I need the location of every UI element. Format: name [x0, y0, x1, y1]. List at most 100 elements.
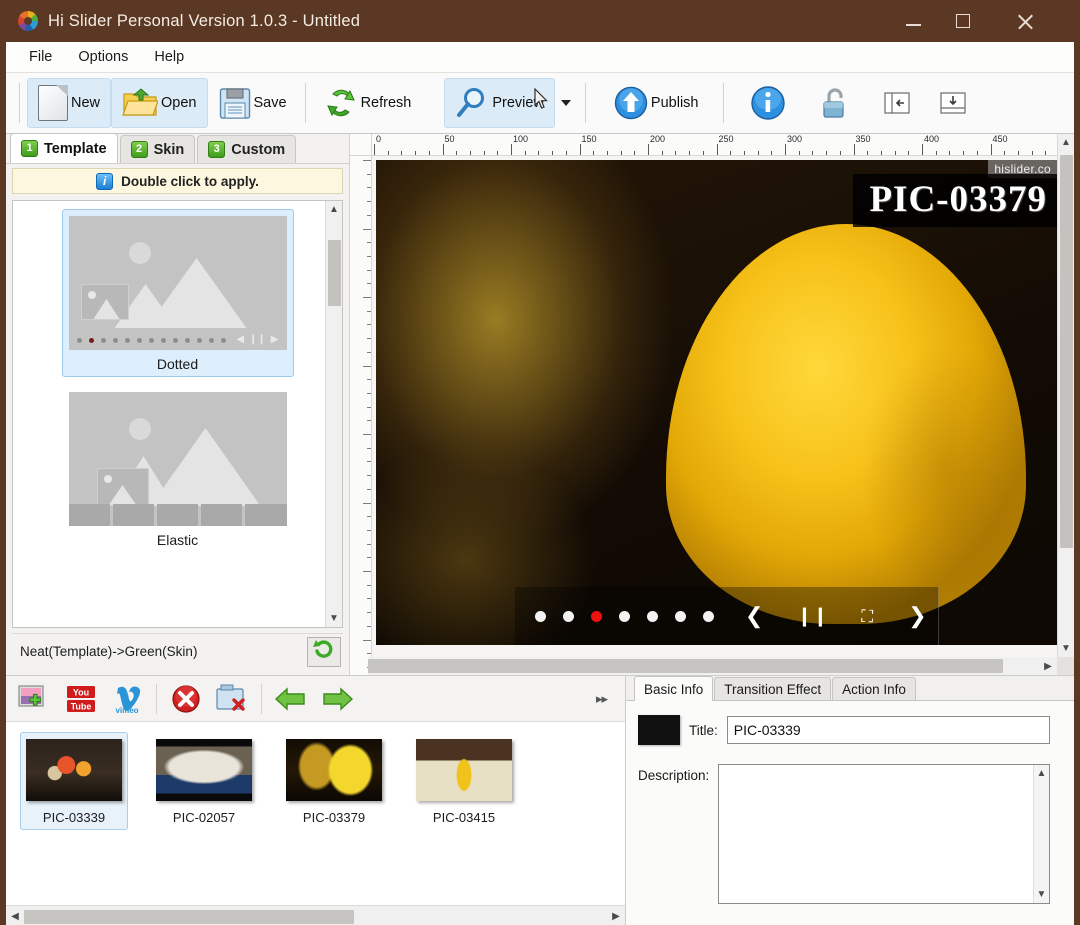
- maximize-icon[interactable]: [940, 0, 986, 42]
- scrollbar-track[interactable]: [1058, 151, 1075, 640]
- add-image-icon: [18, 684, 44, 707]
- pause-icon[interactable]: ❙❙: [796, 607, 828, 626]
- ruler-tick: [367, 461, 371, 463]
- title-bar: Hi Slider Personal Version 1.0.3 - Untit…: [6, 0, 1074, 42]
- collapse-left-panel-button[interactable]: [875, 78, 919, 128]
- toolbar-separator: [584, 83, 586, 123]
- scrollbar-thumb[interactable]: [1059, 155, 1073, 548]
- chevron-left-icon[interactable]: ◀: [6, 908, 24, 925]
- scrollbar-thumb[interactable]: [24, 909, 354, 924]
- menu-item-options[interactable]: Options: [65, 46, 141, 68]
- scrollbar-track[interactable]: [24, 907, 607, 925]
- menu-item-help[interactable]: Help: [141, 46, 197, 68]
- description-scrollbar[interactable]: ▲ ▼: [1033, 765, 1049, 903]
- chevron-left-icon[interactable]: ❮: [745, 605, 763, 627]
- ruler-tick: [367, 379, 371, 381]
- new-button[interactable]: New: [27, 78, 112, 128]
- expand-toolbar-button[interactable]: ▸▸: [596, 691, 608, 707]
- slideshow-preview[interactable]: hislider.co PIC-03379 ❮ ❙❙ ⛶ ❯: [376, 160, 1057, 645]
- svg-text:Tube: Tube: [71, 701, 92, 711]
- slide-dot-4[interactable]: [619, 610, 630, 622]
- description-textarea-wrap[interactable]: ▲ ▼: [718, 764, 1050, 904]
- chevron-down-icon[interactable]: [560, 100, 571, 106]
- thumbnail-scrollbar[interactable]: ◀ ▶: [6, 905, 625, 925]
- slide-dot-6[interactable]: [675, 610, 686, 622]
- list-item[interactable]: PIC-03339: [20, 732, 128, 830]
- toolbar-separator: [304, 83, 306, 123]
- ruler-tick: [908, 151, 910, 155]
- delete-button[interactable]: [169, 683, 203, 715]
- collapse-bottom-panel-button[interactable]: [931, 78, 975, 128]
- tab-transition-effect[interactable]: Transition Effect: [714, 677, 832, 700]
- minimize-icon[interactable]: [890, 0, 936, 42]
- scrollbar-track[interactable]: [326, 218, 343, 610]
- tab-action-info[interactable]: Action Info: [832, 677, 916, 700]
- chevron-right-icon[interactable]: ❯: [908, 605, 926, 627]
- list-item[interactable]: PIC-02057: [150, 732, 258, 830]
- refresh-button[interactable]: Refresh: [313, 78, 423, 128]
- refresh-skin-button[interactable]: [307, 636, 341, 667]
- list-item[interactable]: PIC-03415: [410, 732, 518, 830]
- slide-dot-2[interactable]: [563, 610, 574, 622]
- ruler-tick: [839, 151, 841, 155]
- chevron-up-icon[interactable]: ▲: [326, 201, 343, 218]
- info-button[interactable]: [741, 78, 795, 128]
- open-button[interactable]: Open: [111, 78, 208, 128]
- add-image-button[interactable]: [18, 683, 52, 715]
- move-left-button[interactable]: [274, 683, 308, 715]
- chevron-up-icon[interactable]: ▲: [1033, 765, 1050, 782]
- title-input[interactable]: [726, 716, 1050, 744]
- slide-dot-3[interactable]: [591, 610, 602, 622]
- template-card-dotted[interactable]: ◀ ❙❙ ▶ Dotted: [61, 209, 294, 377]
- fullscreen-icon[interactable]: ⛶: [861, 608, 873, 625]
- vimeo-button[interactable]: vimeo: [110, 683, 144, 715]
- chevron-down-icon[interactable]: ▼: [326, 610, 343, 627]
- remove-all-button[interactable]: [215, 683, 249, 715]
- lock-button[interactable]: [811, 78, 859, 128]
- tab-custom[interactable]: 3 Custom: [197, 135, 297, 163]
- window-title: Hi Slider Personal Version 1.0.3 - Untit…: [48, 11, 361, 30]
- description-textarea[interactable]: [719, 765, 1033, 903]
- scrollbar-thumb[interactable]: [327, 240, 341, 306]
- ruler-tick: [935, 151, 937, 155]
- chevron-down-icon[interactable]: ▼: [1033, 886, 1050, 903]
- preview-canvas[interactable]: hislider.co PIC-03379 ❮ ❙❙ ⛶ ❯: [372, 156, 1057, 657]
- blue-up-arrow-icon: [614, 86, 648, 120]
- preview-horizontal-scrollbar[interactable]: ◀ ▶: [350, 657, 1057, 675]
- youtube-button[interactable]: You Tube: [64, 683, 98, 715]
- toolbar-separator: [723, 83, 725, 123]
- thumbnail-strip[interactable]: PIC-03339 PIC-02057 PIC-03379 PIC-03415: [6, 722, 625, 905]
- chevron-up-icon[interactable]: ▲: [1058, 134, 1075, 151]
- chevron-right-icon[interactable]: ▶: [1039, 657, 1057, 675]
- ruler-tick: [367, 392, 371, 394]
- scrollbar-track[interactable]: [1033, 782, 1050, 886]
- ruler-tick: [367, 488, 371, 490]
- list-item[interactable]: PIC-03379: [280, 732, 388, 830]
- move-right-button[interactable]: [320, 683, 354, 715]
- ruler-tick: [867, 151, 869, 155]
- slide-dot-1[interactable]: [535, 610, 546, 622]
- scrollbar-thumb[interactable]: [368, 659, 1003, 673]
- preview-button[interactable]: Preview: [444, 78, 555, 128]
- ruler-tick: [363, 228, 371, 230]
- tab-skin[interactable]: 2 Skin: [119, 135, 196, 163]
- scrollbar-track[interactable]: [368, 657, 1039, 675]
- slide-dot-7[interactable]: [703, 610, 714, 622]
- magnifier-icon: [455, 87, 489, 119]
- ruler-tick: [785, 144, 786, 155]
- save-button[interactable]: Save: [208, 78, 298, 128]
- slide-dot-5[interactable]: [647, 610, 658, 622]
- menu-item-file[interactable]: File: [16, 46, 65, 68]
- template-list-scrollbar[interactable]: ▲ ▼: [325, 201, 342, 627]
- chevron-down-icon[interactable]: ▼: [1058, 640, 1075, 657]
- template-list[interactable]: ◀ ❙❙ ▶ Dotted Elastic ▲ ▼: [12, 200, 343, 628]
- tab-skin-label: Skin: [153, 141, 185, 158]
- tab-template[interactable]: 1 Template: [10, 133, 118, 163]
- close-icon[interactable]: [1002, 0, 1048, 42]
- tab-basic-info[interactable]: Basic Info: [634, 676, 714, 701]
- thumbnail-image: [156, 739, 252, 801]
- preview-vertical-scrollbar[interactable]: ▲ ▼: [1057, 134, 1074, 657]
- publish-button[interactable]: Publish: [603, 78, 710, 128]
- template-card-elastic[interactable]: Elastic: [62, 385, 294, 553]
- chevron-right-icon[interactable]: ▶: [607, 908, 625, 925]
